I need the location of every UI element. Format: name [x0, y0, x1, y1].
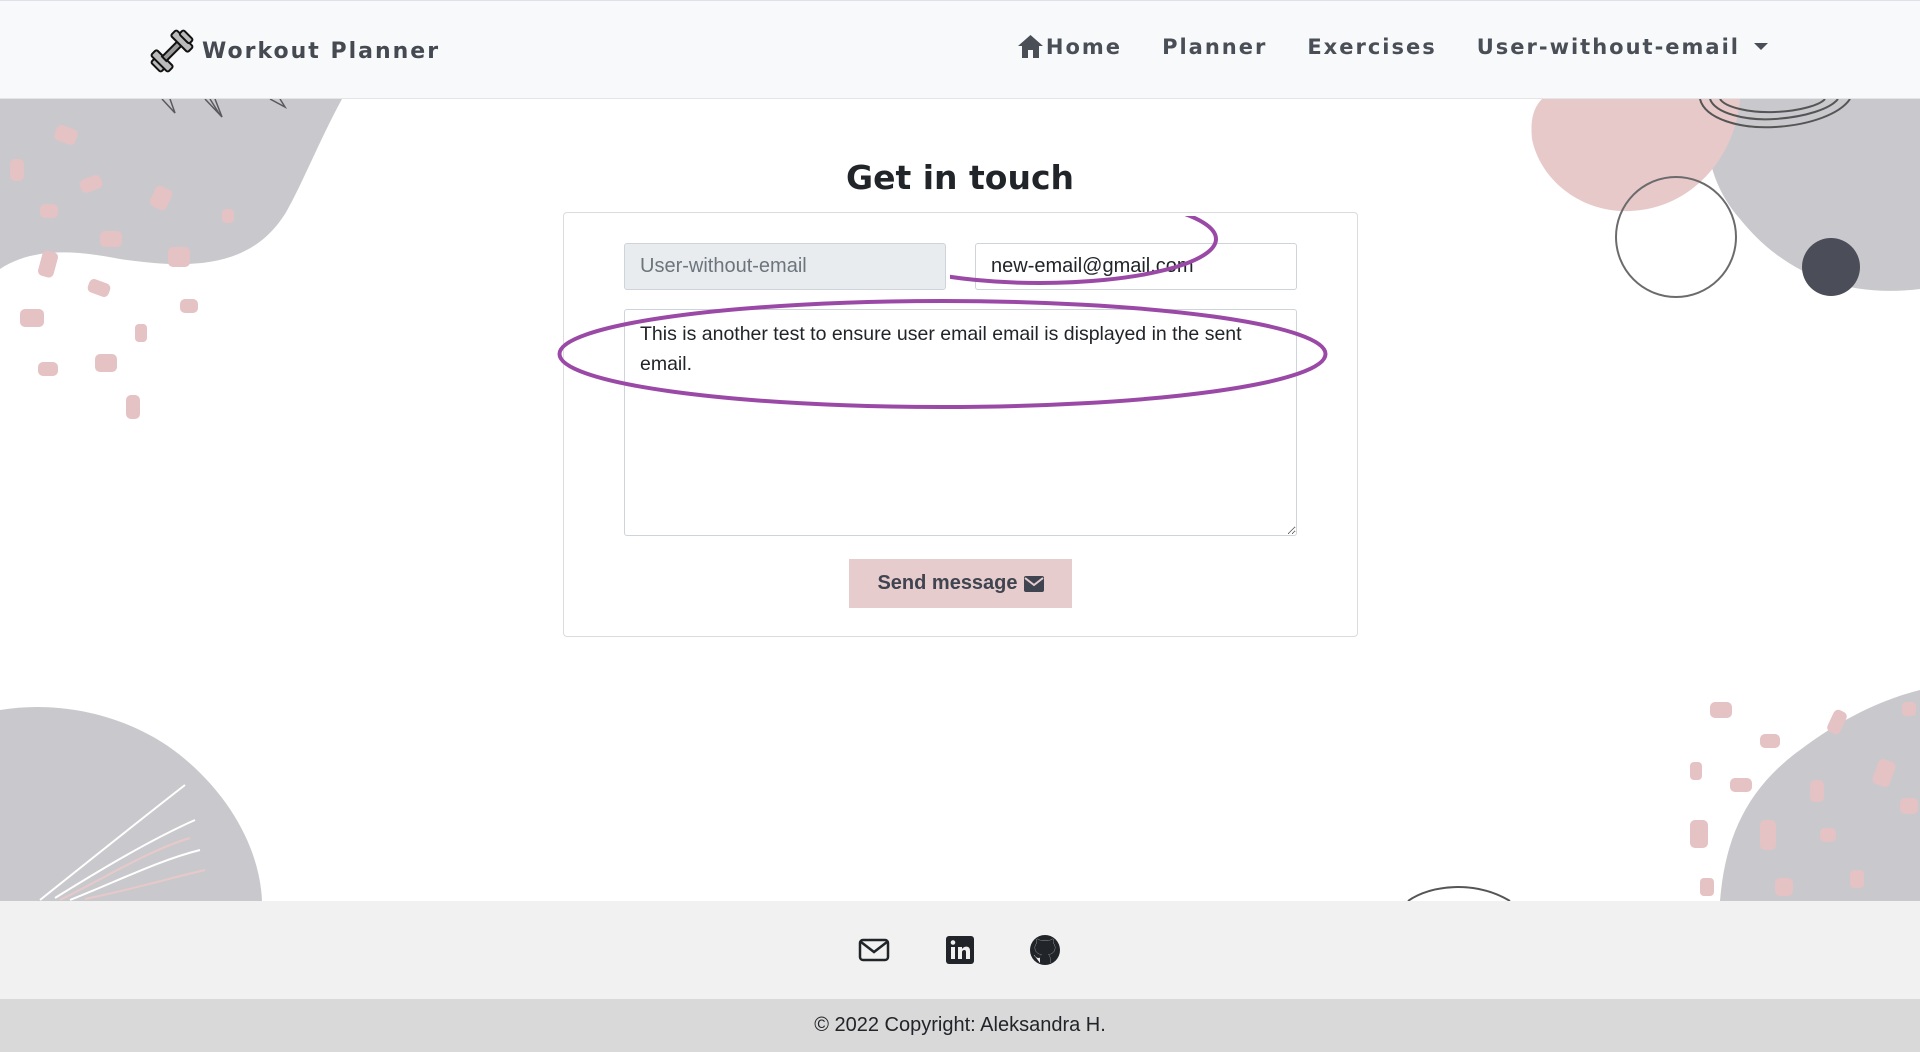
- contact-form: This is another test to ensure user emai…: [563, 212, 1358, 637]
- email-field[interactable]: [975, 243, 1297, 290]
- send-message-button[interactable]: Send message: [849, 559, 1072, 608]
- home-icon: [1017, 35, 1043, 58]
- nav-links: Home Planner Exercises User-without-emai…: [1017, 34, 1768, 59]
- dumbbell-icon: [150, 29, 194, 73]
- send-message-label: Send message: [877, 572, 1018, 594]
- envelope-icon[interactable]: [857, 933, 891, 967]
- nav-exercises[interactable]: Exercises: [1307, 35, 1436, 59]
- decor-top-right: [1531, 99, 1920, 298]
- message-textarea[interactable]: This is another test to ensure user emai…: [624, 309, 1297, 536]
- footer-links: [0, 901, 1920, 999]
- nav-home-label: Home: [1045, 34, 1123, 59]
- navbar: Workout Planner Home Planner Exercises U…: [0, 0, 1920, 99]
- envelope-icon: [1023, 575, 1044, 592]
- caret-down-icon: [1754, 43, 1768, 50]
- decor-bottom-right: [1407, 690, 1920, 901]
- decor-top-left: [0, 99, 342, 419]
- page-title: Get in touch: [845, 158, 1075, 197]
- brand-link[interactable]: Workout Planner: [148, 27, 440, 75]
- username-field[interactable]: [624, 243, 946, 290]
- decor-bottom-left: [0, 707, 262, 901]
- nav-planner[interactable]: Planner: [1162, 35, 1267, 59]
- copyright-text: © 2022 Copyright: Aleksandra H.: [0, 999, 1920, 1052]
- nav-home[interactable]: Home: [1017, 34, 1122, 59]
- github-icon[interactable]: [1028, 933, 1062, 967]
- linkedin-icon[interactable]: [943, 933, 977, 967]
- brand-title: Workout Planner: [202, 38, 441, 64]
- nav-user-label: User-without-email: [1476, 34, 1740, 59]
- nav-user-dropdown[interactable]: User-without-email: [1477, 35, 1768, 59]
